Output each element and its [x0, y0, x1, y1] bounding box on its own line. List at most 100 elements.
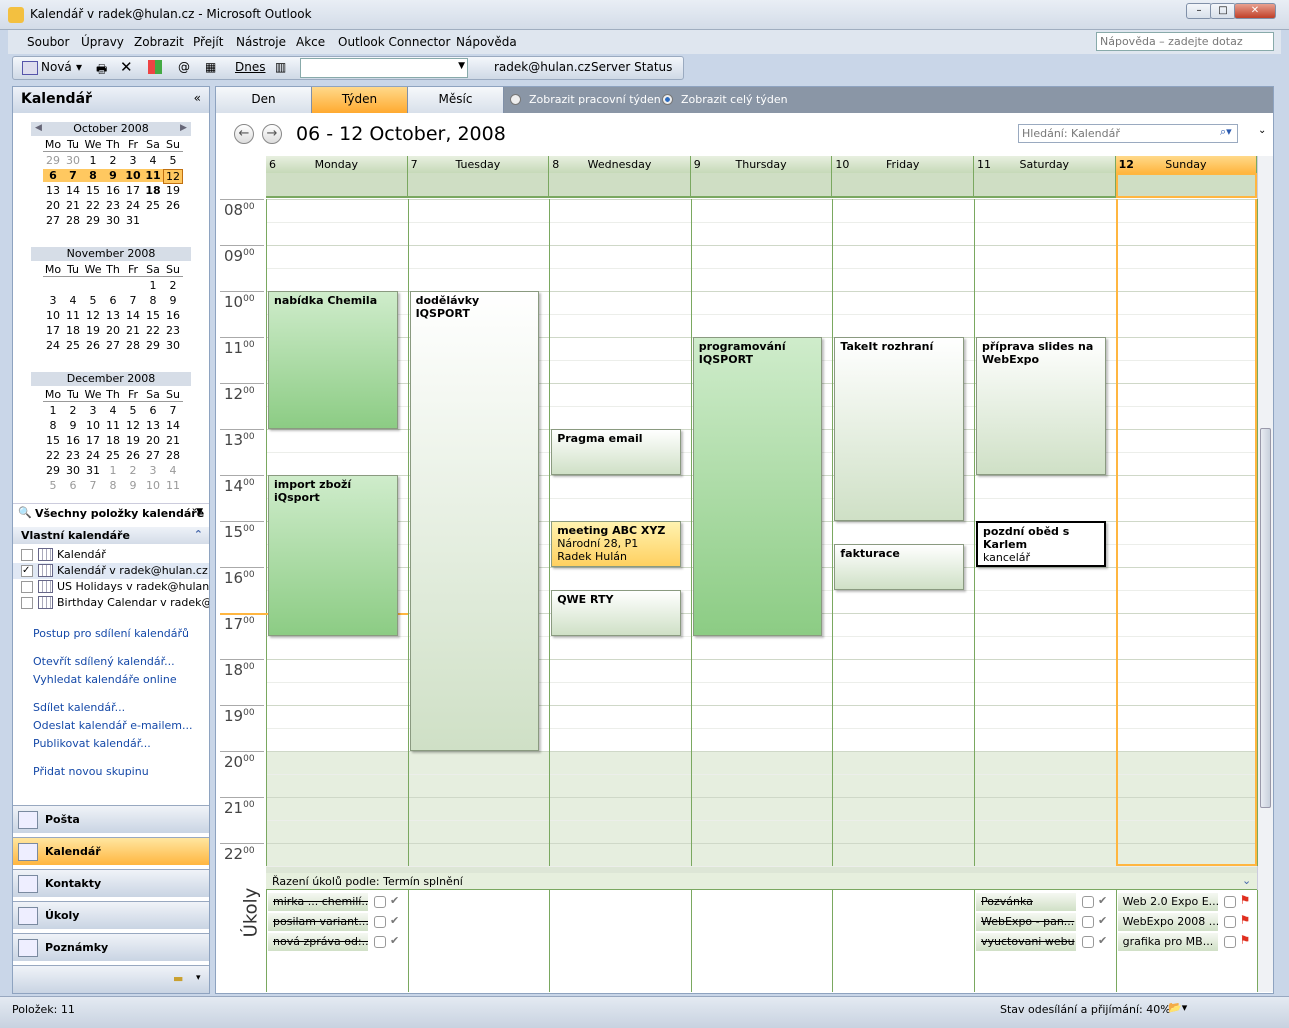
mini-day[interactable]: 10 — [123, 169, 143, 182]
server-status-button[interactable]: Server Status — [591, 60, 672, 74]
menu-6[interactable]: Outlook Connector — [338, 35, 450, 49]
mini-day[interactable]: 28 — [123, 339, 143, 352]
mini-day[interactable]: 21 — [63, 199, 83, 212]
task-checkbox[interactable] — [1082, 916, 1094, 928]
mini-day[interactable]: 13 — [143, 419, 163, 432]
mini-day[interactable]: 18 — [103, 434, 123, 447]
task-title[interactable]: mirka ... chemilí... — [268, 893, 368, 912]
mini-day[interactable]: 5 — [43, 479, 63, 492]
day-header[interactable]: 9 Thursday — [690, 156, 833, 173]
task-row[interactable]: Pozvánka ✔ — [976, 893, 1114, 912]
mini-day[interactable]: 17 — [83, 434, 103, 447]
mini-day[interactable]: 23 — [103, 199, 123, 212]
mini-day[interactable]: 26 — [83, 339, 103, 352]
task-checkbox[interactable] — [374, 916, 386, 928]
calendar-event[interactable]: QWE RTY — [551, 590, 681, 636]
sharing-link[interactable]: Sdílet kalendář... — [33, 701, 125, 714]
calendar-list-item[interactable]: Birthday Calendar v radek@hulan.cz — [13, 595, 209, 611]
task-checkbox[interactable] — [1223, 936, 1236, 948]
mini-day[interactable]: 12 — [83, 309, 103, 322]
find-contact-combo[interactable]: ▼ — [300, 58, 468, 78]
help-search-input[interactable]: Nápověda – zadejte dotaz — [1096, 32, 1274, 51]
mini-day[interactable]: 25 — [63, 339, 83, 352]
mini-day[interactable]: 9 — [103, 169, 123, 182]
task-title[interactable]: posilam variant... — [268, 913, 368, 932]
mini-day[interactable]: 30 — [163, 339, 183, 352]
mini-day[interactable]: 10 — [43, 309, 63, 322]
print-icon[interactable]: 🖶 — [96, 60, 107, 81]
calendar-search-input[interactable]: Hledání: Kalendář — [1018, 124, 1238, 143]
mini-day[interactable]: 5 — [123, 404, 143, 417]
mini-day[interactable]: 4 — [163, 464, 183, 477]
mini-day[interactable]: 17 — [123, 184, 143, 197]
task-title[interactable]: Pozvánka — [976, 893, 1076, 912]
task-row[interactable]: WebExpo 2008 ... ⚑ — [1117, 913, 1256, 932]
new-dropdown-icon[interactable]: ▾ — [76, 60, 82, 74]
mini-day[interactable]: 22 — [43, 449, 63, 462]
mini-day[interactable]: 7 — [163, 404, 183, 417]
mini-day[interactable]: 4 — [103, 404, 123, 417]
mini-day[interactable]: 30 — [63, 154, 83, 167]
all-items-dropdown[interactable]: 🔍 Všechny položky kalendáře ▼ — [13, 503, 209, 523]
mini-day[interactable]: 24 — [43, 339, 63, 352]
mini-day[interactable]: 22 — [83, 199, 103, 212]
complete-check-icon[interactable]: ✔ — [1098, 914, 1107, 927]
mini-day[interactable]: 23 — [63, 449, 83, 462]
mini-day[interactable]: 18 — [63, 324, 83, 337]
mini-day[interactable]: 7 — [83, 479, 103, 492]
expand-icon[interactable]: ⌄ — [1258, 125, 1266, 136]
mini-day[interactable]: 26 — [123, 449, 143, 462]
mini-day[interactable]: 9 — [163, 294, 183, 307]
follow-up-flag-icon[interactable]: ⚑ — [1240, 893, 1251, 907]
calendar-event[interactable]: TakeIt rozhraní — [834, 337, 964, 521]
mini-day[interactable]: 3 — [143, 464, 163, 477]
day-header[interactable]: 11 Saturday — [974, 156, 1116, 173]
calendar-event[interactable]: dodělávky IQSPORT — [409, 291, 540, 751]
mini-day[interactable]: 1 — [143, 279, 163, 292]
mini-day[interactable]: 25 — [103, 449, 123, 462]
day-header[interactable]: 6 Monday — [266, 156, 408, 173]
vertical-scrollbar[interactable] — [1257, 156, 1273, 992]
categorize-icon[interactable] — [148, 60, 162, 74]
today-button[interactable]: Dnes — [235, 60, 265, 74]
mini-day[interactable]: 12 — [163, 169, 183, 184]
address-book-icon[interactable]: @ — [178, 60, 190, 74]
calendar-list-item[interactable]: ✓ Kalendář v radek@hulan.cz — [13, 563, 209, 579]
day-header[interactable]: 12 Sunday — [1115, 156, 1258, 173]
task-checkbox[interactable] — [374, 896, 386, 908]
all-day-area[interactable] — [690, 173, 833, 198]
task-title[interactable]: vyuctovani webu — [976, 933, 1076, 952]
full-week-radio[interactable] — [662, 94, 673, 105]
calendar-event[interactable]: fakturace — [834, 544, 964, 590]
mini-day[interactable]: 19 — [123, 434, 143, 447]
collapse-icon[interactable]: ⌄ — [1242, 874, 1251, 887]
task-checkbox[interactable] — [1223, 896, 1236, 908]
mini-day[interactable]: 15 — [43, 434, 63, 447]
mini-day[interactable]: 20 — [143, 434, 163, 447]
task-row[interactable]: nová zpráva od:... ✔ — [268, 933, 406, 952]
mini-day[interactable]: 17 — [43, 324, 63, 337]
plan-meeting-icon[interactable]: ▦ — [205, 60, 216, 74]
minimize-button[interactable]: – — [1186, 3, 1212, 19]
new-button[interactable]: Nová — [41, 60, 72, 74]
mini-day[interactable]: 30 — [103, 214, 123, 227]
mini-day[interactable]: 16 — [63, 434, 83, 447]
calendar-event[interactable]: Pragma email — [551, 429, 681, 475]
calendar-checkbox[interactable] — [21, 581, 33, 593]
calendar-list-item[interactable]: Kalendář — [13, 547, 209, 563]
mini-day[interactable]: 13 — [103, 309, 123, 322]
sharing-link[interactable]: Odeslat kalendář e-mailem... — [33, 719, 192, 732]
calendar-checkbox[interactable] — [21, 549, 33, 561]
prev-month-icon[interactable]: ◀ — [35, 123, 42, 133]
mini-day[interactable]: 7 — [123, 294, 143, 307]
complete-check-icon[interactable]: ✔ — [390, 914, 399, 927]
my-calendars-header[interactable]: Vlastní kalendáře ⌃ — [13, 527, 209, 544]
nav-button-2[interactable]: Kontakty — [13, 869, 209, 897]
mini-day[interactable]: 6 — [143, 404, 163, 417]
mini-day[interactable]: 2 — [103, 154, 123, 167]
mini-day[interactable]: 19 — [163, 184, 183, 197]
folder-icon[interactable]: ▬ — [173, 972, 183, 985]
maximize-button[interactable]: □ — [1210, 3, 1236, 19]
mini-day[interactable]: 1 — [103, 464, 123, 477]
day-header[interactable]: 7 Tuesday — [407, 156, 550, 173]
